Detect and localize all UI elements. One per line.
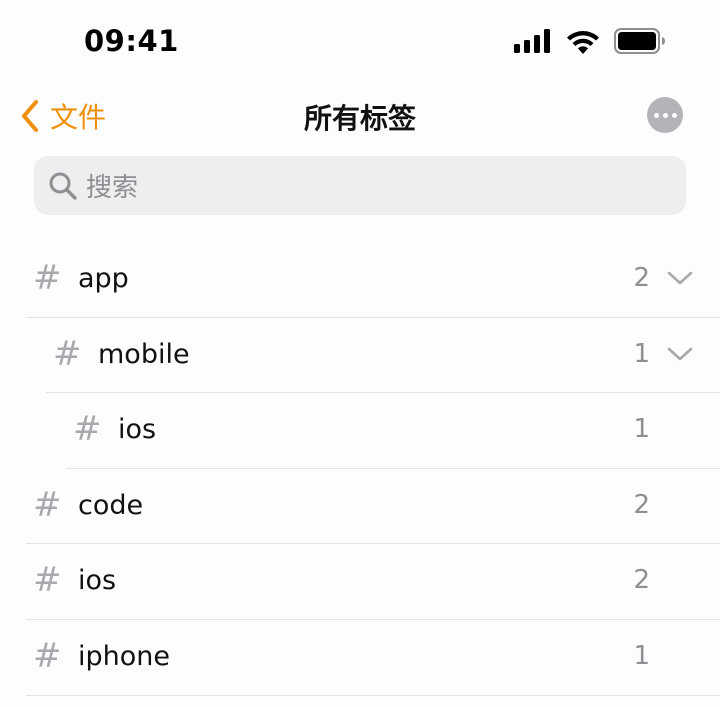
- tag-name: ios: [78, 565, 117, 597]
- tag-row[interactable]: # code 2: [0, 469, 720, 545]
- tag-hash-icon: #: [33, 258, 62, 298]
- ellipsis-dot: [671, 112, 677, 118]
- status-time: 09:41: [84, 24, 179, 58]
- tag-name: ios: [118, 414, 157, 446]
- tag-row[interactable]: # app 2: [0, 242, 720, 318]
- tag-name: code: [78, 489, 144, 521]
- tag-row[interactable]: # mobile 1: [0, 318, 720, 394]
- battery-icon: [614, 28, 665, 54]
- tag-row[interactable]: # iphone 1: [0, 620, 720, 696]
- tag-hash-icon: #: [33, 560, 62, 601]
- more-options-button[interactable]: [647, 97, 683, 133]
- all-tags-screen: 09:41 文件 所有标签 搜索 # app 2 # mobile 1 # io…: [0, 0, 720, 707]
- tag-count: 1: [633, 414, 650, 445]
- search-field[interactable]: 搜索: [34, 156, 686, 215]
- tag-hash-icon: #: [33, 484, 62, 525]
- navigation-bar: 文件 所有标签: [0, 80, 720, 152]
- cellular-signal-icon: [514, 29, 550, 53]
- tag-row[interactable]: # ios 2: [0, 544, 720, 620]
- chevron-down-icon[interactable]: [667, 344, 693, 364]
- tag-count: 1: [633, 640, 650, 671]
- row-divider: [26, 694, 720, 696]
- ellipsis-dot: [662, 112, 668, 118]
- tag-count: 2: [633, 263, 650, 293]
- wifi-icon: [567, 30, 599, 54]
- tag-name: iphone: [78, 640, 170, 672]
- chevron-down-icon[interactable]: [667, 268, 693, 288]
- tag-name: mobile: [98, 338, 190, 370]
- tag-hash-icon: #: [53, 333, 82, 374]
- tag-hash-icon: #: [73, 409, 102, 450]
- tag-list: # app 2 # mobile 1 # ios 1 # code 2 # ios 2 # iphone 1: [0, 242, 720, 696]
- page-title: 所有标签: [303, 102, 416, 135]
- tag-row[interactable]: # ios 1: [0, 393, 720, 469]
- ellipsis-dot: [653, 112, 659, 118]
- status-icons: [514, 28, 666, 54]
- tag-hash-icon: #: [33, 635, 62, 676]
- tag-count: 2: [633, 565, 650, 596]
- tag-name: app: [78, 263, 129, 294]
- status-bar: 09:41: [0, 0, 720, 80]
- search-placeholder: 搜索: [86, 173, 139, 203]
- search-icon: [46, 169, 80, 203]
- tag-count: 2: [633, 489, 650, 520]
- tag-count: 1: [633, 338, 650, 369]
